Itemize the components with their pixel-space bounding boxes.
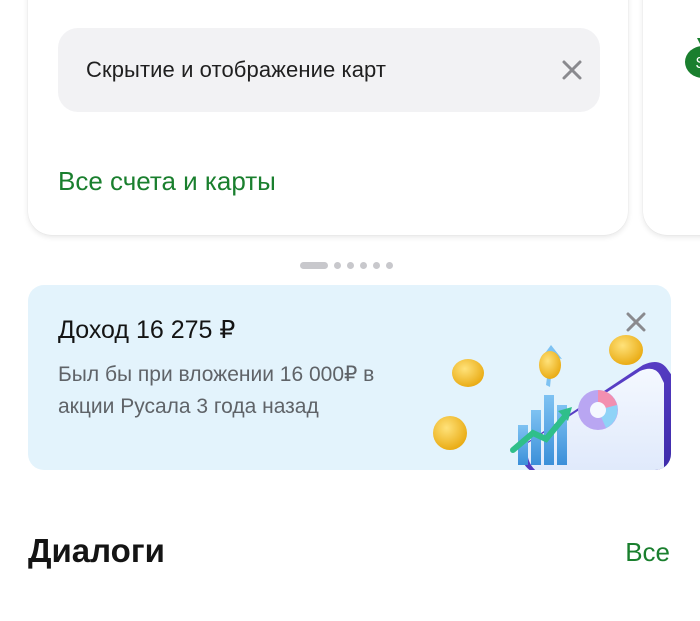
investment-illustration (428, 315, 671, 470)
pager-dot[interactable] (360, 262, 367, 269)
promo-description: Был бы при вложении 16 000₽ в акции Руса… (58, 363, 375, 418)
pager-dot[interactable] (334, 262, 341, 269)
pager-dot[interactable] (347, 262, 354, 269)
dialogs-all-link[interactable]: Все (625, 537, 670, 568)
money-bag-icon: $ (683, 30, 700, 85)
dialogs-title: Диалоги (28, 532, 165, 569)
promo-banner[interactable]: Доход 16 275 ₽ Был бы при вложении 16 00… (28, 285, 671, 470)
all-accounts-link[interactable]: Все счета и карты (58, 166, 276, 197)
screen: Скрытие и отображение карт Все счета и к… (0, 0, 700, 621)
close-icon[interactable] (625, 311, 647, 333)
carousel-pager (300, 262, 393, 269)
close-icon[interactable] (560, 58, 584, 82)
next-card-peek[interactable]: $ (643, 0, 700, 235)
hide-cards-row[interactable]: Скрытие и отображение карт (58, 28, 600, 112)
hide-cards-label: Скрытие и отображение карт (86, 57, 387, 82)
pager-dot-active[interactable] (300, 262, 328, 269)
svg-text:$: $ (696, 55, 700, 72)
pager-dot[interactable] (373, 262, 380, 269)
pager-dot[interactable] (386, 262, 393, 269)
promo-title: Доход 16 275 ₽ (58, 316, 236, 344)
accounts-card: Скрытие и отображение карт Все счета и к… (28, 0, 628, 235)
